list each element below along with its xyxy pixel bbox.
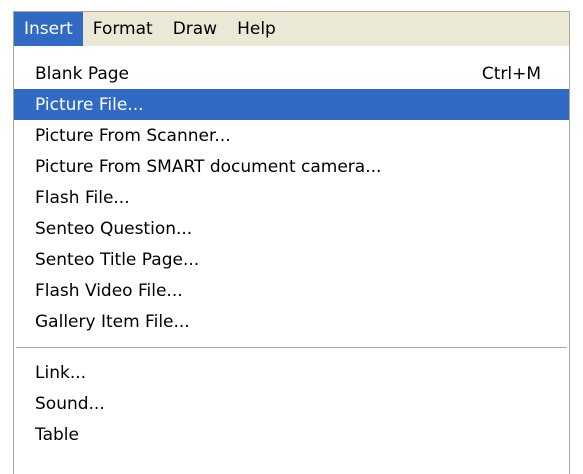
menu-item-label: Picture From SMART document camera... — [35, 156, 382, 177]
menu-item-link[interactable]: Link... — [14, 357, 569, 388]
menubar-draw[interactable]: Draw — [163, 12, 227, 46]
menu-item-flash-video-file[interactable]: Flash Video File... — [14, 275, 569, 306]
menu-item-blank-page[interactable]: Blank Page Ctrl+M — [14, 58, 569, 89]
menu-item-label: Sound... — [35, 393, 105, 414]
menu-item-picture-from-scanner[interactable]: Picture From Scanner... — [14, 120, 569, 151]
menu-item-label: Flash File... — [35, 187, 130, 208]
menu-item-shortcut: Ctrl+M — [481, 63, 541, 84]
menu-item-label: Picture File... — [35, 94, 144, 115]
menu-item-label: Table — [35, 424, 79, 445]
menu-item-flash-file[interactable]: Flash File... — [14, 182, 569, 213]
menu-item-picture-file[interactable]: Picture File... — [14, 89, 569, 120]
menu-separator — [16, 347, 567, 348]
menu-item-label: Link... — [35, 362, 87, 383]
menubar-insert[interactable]: Insert — [14, 12, 83, 46]
menu-item-label: Blank Page — [35, 63, 129, 84]
menu-item-table[interactable]: Table — [14, 419, 569, 450]
menubar-format[interactable]: Format — [83, 12, 163, 46]
menu-item-gallery-item-file[interactable]: Gallery Item File... — [14, 306, 569, 337]
menu-item-label: Flash Video File... — [35, 280, 183, 301]
menu-item-label: Picture From Scanner... — [35, 125, 231, 146]
menu-item-label: Gallery Item File... — [35, 311, 190, 332]
menu-bar: Insert Format Draw Help — [13, 11, 570, 46]
insert-menu-dropdown: Blank Page Ctrl+M Picture File... Pictur… — [13, 46, 570, 474]
menu-item-label: Senteo Title Page... — [35, 249, 200, 270]
menu-item-senteo-question[interactable]: Senteo Question... — [14, 213, 569, 244]
menu-item-picture-from-smart-camera[interactable]: Picture From SMART document camera... — [14, 151, 569, 182]
menu-item-senteo-title-page[interactable]: Senteo Title Page... — [14, 244, 569, 275]
menu-item-label: Senteo Question... — [35, 218, 193, 239]
menu-item-sound[interactable]: Sound... — [14, 388, 569, 419]
menubar-help[interactable]: Help — [227, 12, 286, 46]
